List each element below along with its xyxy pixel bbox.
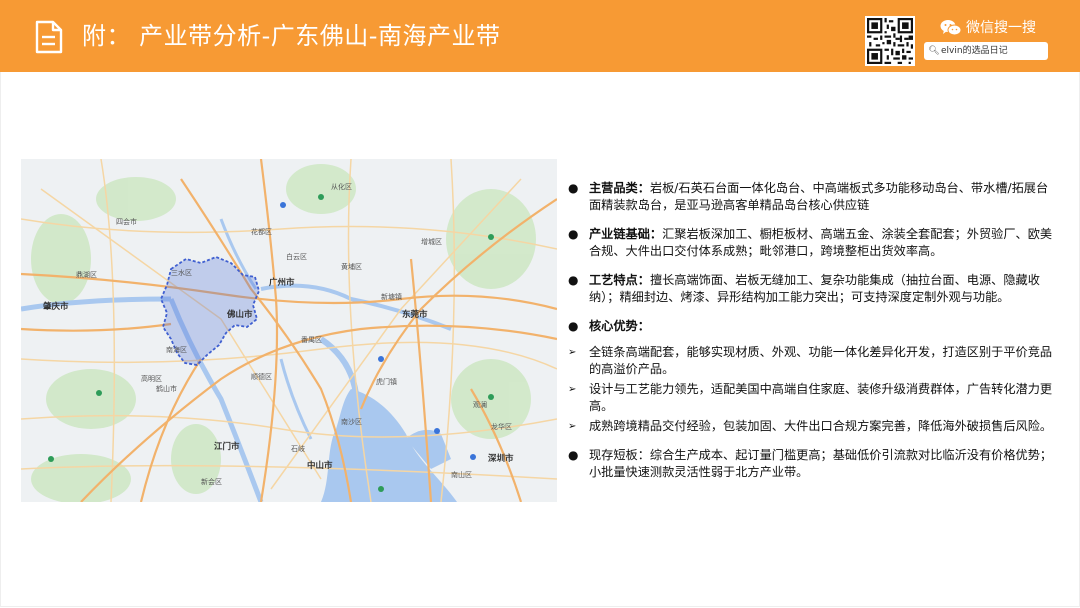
map-label-longhua: 龙华区	[491, 422, 512, 431]
map-label-dongguan: 东莞市	[402, 309, 428, 319]
bullet-industry-chain: ● 产业链基础：汇聚岩板深加工、橱柜板材、高端五金、涂装全套配套；外贸验厂、欧美…	[568, 226, 1060, 260]
bullet-shortcomings: ● 现存短板：综合生产成本、起订量门槛更高；基础低价引流款对比临沂没有价格优势；…	[568, 447, 1060, 481]
arrow-icon: ➢	[568, 384, 577, 395]
search-input[interactable]: 🔍︎elvin的选品日记	[924, 42, 1048, 60]
document-icon	[35, 20, 63, 54]
map-label-guanlan: 观澜	[473, 400, 487, 409]
map-label-shiqi: 石岐	[291, 444, 305, 453]
bullet-dot: ●	[568, 448, 579, 462]
bullet-dot: ●	[568, 227, 579, 241]
bullet-dot: ●	[568, 319, 579, 333]
map-label-sihui: 四会市	[116, 217, 137, 226]
map-label-jiangmen: 江门市	[214, 441, 240, 451]
map-label-guangzhou: 广州市	[269, 277, 295, 287]
map-label-zhongshan: 中山市	[307, 460, 333, 470]
bullet-text: 岩板/石英石台面一体化岛台、中高端板式多功能移动岛台、带水槽/拓展台面精装款岛台…	[589, 181, 1049, 212]
header-bar: 附： 产业带分析-广东佛山-南海产业带 微信搜一搜 🔍︎elvin的选品日记	[0, 0, 1080, 72]
bullet-label: 主营品类：	[589, 181, 650, 195]
arrow-icon: ➢	[568, 347, 577, 358]
map-label-zengcheng: 增城区	[421, 237, 442, 246]
map-label-foshan: 佛山市	[226, 309, 253, 319]
bullet-label: 核心优势：	[589, 319, 650, 333]
map-label-huadu: 花都区	[251, 227, 272, 236]
map-label-shunde: 顺德区	[251, 372, 272, 381]
sub-bullet: ➢ 全链条高端配套，能够实现材质、外观、功能一体化差异化开发，打造区别于平价竞品…	[568, 344, 1060, 378]
sub-bullet-text: 全链条高端配套，能够实现材质、外观、功能一体化差异化开发，打造区别于平价竞品的高…	[589, 345, 1053, 376]
wechat-search-text: 微信搜一搜	[966, 20, 1036, 36]
map-label-nanshan: 南山区	[451, 470, 472, 479]
page-title: 附： 产业带分析-广东佛山-南海产业带	[82, 22, 501, 50]
qr-code-icon	[865, 16, 915, 66]
bullet-dot: ●	[568, 181, 579, 195]
map-label-huangpu: 黄埔区	[341, 262, 362, 271]
map-label-nansha: 南沙区	[341, 417, 362, 426]
map-label-sanshui: 三水区	[171, 268, 192, 277]
map-label-dinghu: 鼎湖区	[76, 270, 97, 279]
content-bullets: ● 主营品类：岩板/石英石台面一体化岛台、中高端板式多功能移动岛台、带水槽/拓展…	[568, 180, 1060, 493]
bullet-dot: ●	[568, 273, 579, 287]
bullet-label: 产业链基础：	[589, 227, 663, 241]
sub-bullet: ➢ 成熟跨境精品交付经验，包装加固、大件出口合规方案完善，降低海外破损售后风险。	[568, 418, 1060, 435]
bullet-main-category: ● 主营品类：岩板/石英石台面一体化岛台、中高端板式多功能移动岛台、带水槽/拓展…	[568, 180, 1060, 214]
sub-bullet-text: 成熟跨境精品交付经验，包装加固、大件出口合规方案完善，降低海外破损售后风险。	[589, 419, 1053, 433]
search-icon: 🔍︎	[928, 46, 940, 56]
bullet-core-advantages: ● 核心优势：	[568, 318, 1060, 335]
bullet-craft-features: ● 工艺特点：擅长高端饰面、岩板无缝加工、复杂功能集成（抽拉台面、电源、隐藏收纳…	[568, 272, 1060, 306]
map-label-zhaoqing: 肇庆市	[42, 301, 69, 311]
map-label-xintang: 新塘镇	[381, 292, 402, 301]
bullet-text: 擅长高端饰面、岩板无缝加工、复杂功能集成（抽拉台面、电源、隐藏收纳）；精细封边、…	[589, 273, 1040, 304]
map-image: 肇庆市 广州市 佛山市 东莞市 江门市 中山市 深圳市 南海区 三水区 高明区 …	[21, 159, 557, 502]
bullet-label: 工艺特点：	[589, 273, 650, 287]
map-label-heshan: 鹤山市	[156, 384, 177, 393]
map-label-baiyun: 白云区	[286, 252, 307, 261]
map-label-shenzhen: 深圳市	[488, 453, 514, 463]
map-label-xinhui: 新会区	[201, 477, 222, 486]
map-label-humen: 虎门镇	[376, 377, 397, 386]
wechat-icon	[940, 20, 962, 36]
sub-bullet-text: 设计与工艺能力领先，适配美国中高端自住家庭、装修升级消费群体，广告转化潜力更高。	[589, 382, 1053, 413]
arrow-icon: ➢	[568, 421, 577, 432]
map-label-panyu: 番禺区	[301, 336, 322, 344]
map-label-gaoming: 高明区	[141, 374, 162, 383]
sub-bullet: ➢ 设计与工艺能力领先，适配美国中高端自住家庭、装修升级消费群体，广告转化潜力更…	[568, 381, 1060, 415]
bullet-text: 现存短板：综合生产成本、起订量门槛更高；基础低价引流款对比临沂没有价格优势；小批…	[589, 448, 1053, 479]
wechat-search-label: 微信搜一搜	[940, 16, 1036, 40]
map-label-nanhai: 南海区	[166, 345, 187, 354]
search-text: elvin的选品日记	[941, 46, 1008, 56]
map-label-conghua: 从化区	[331, 182, 352, 191]
map-svg: 肇庆市 广州市 佛山市 东莞市 江门市 中山市 深圳市 南海区 三水区 高明区 …	[21, 159, 557, 502]
